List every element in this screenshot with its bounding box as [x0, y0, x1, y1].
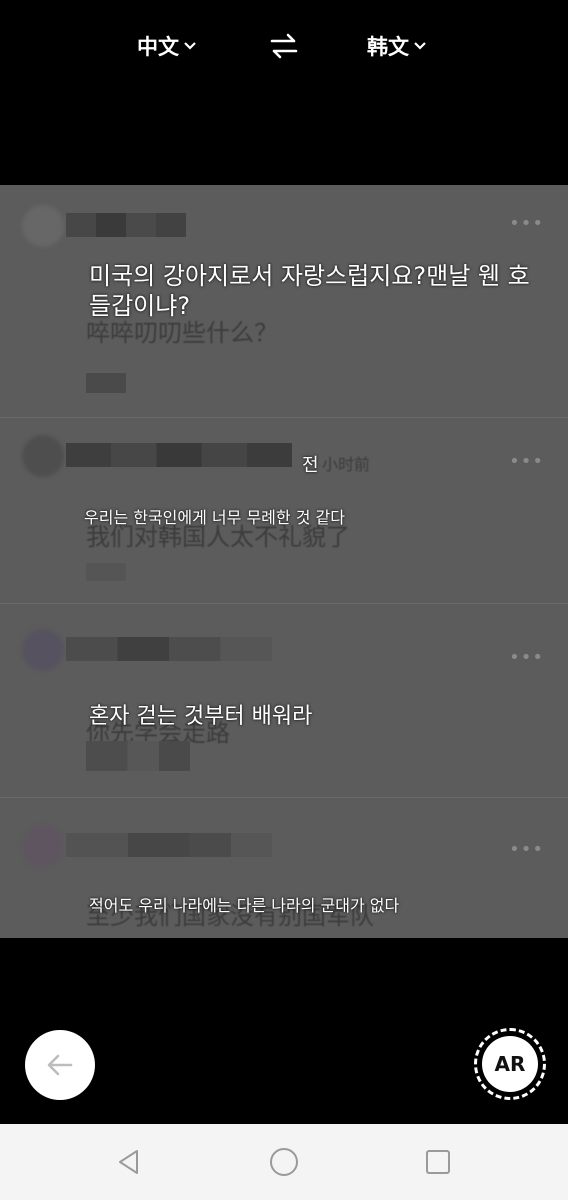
- target-language-label: 韩文: [367, 35, 409, 59]
- blurred-media: [86, 741, 190, 771]
- blurred-media: [86, 373, 126, 393]
- divider: [0, 797, 568, 798]
- triangle-back-icon: [119, 1150, 138, 1174]
- nav-back-button[interactable]: [113, 1146, 145, 1178]
- avatar: [22, 825, 64, 867]
- source-language-label: 中文: [137, 35, 179, 59]
- source-timestamp: 小时前: [322, 455, 371, 474]
- ar-icon: AR: [482, 1036, 538, 1092]
- blurred-username: [66, 833, 272, 857]
- blurred-username: [66, 443, 292, 467]
- blurred-username: [66, 213, 186, 237]
- avatar: [22, 435, 64, 477]
- translated-text-post2: 우리는 한국인에게 너무 무례한 것 같다: [84, 508, 345, 527]
- translator-screen: 中文 韩文 ••• 啐啐叨叨些什么？ 小时前 ••• 我们对韩国人太不礼貌了 •…: [0, 0, 568, 1200]
- square-recents-icon: [426, 1150, 450, 1174]
- target-language-selector[interactable]: 韩文: [367, 28, 427, 64]
- ar-mode-button[interactable]: AR: [474, 1028, 546, 1100]
- source-language-selector[interactable]: 中文: [137, 28, 197, 64]
- chevron-down-icon: [183, 39, 197, 53]
- avatar: [22, 629, 64, 671]
- ar-label: AR: [494, 1052, 526, 1076]
- nav-home-button[interactable]: [268, 1146, 300, 1178]
- blurred-username: [66, 637, 272, 661]
- system-navigation-bar: [0, 1124, 568, 1200]
- language-bar: 中文 韩文: [0, 0, 568, 92]
- translated-text-post3: 혼자 걷는 것부터 배워라: [89, 704, 313, 729]
- nav-recents-button[interactable]: [422, 1146, 454, 1178]
- blurred-media: [86, 563, 126, 581]
- translated-text-post1: 미국의 강아지로서 자랑스럽지요?맨날 웬 호들갑이냐?: [89, 262, 530, 320]
- chevron-down-icon: [413, 39, 427, 53]
- circle-home-icon: [270, 1148, 298, 1176]
- swap-languages-button[interactable]: [268, 30, 300, 62]
- more-options-icon[interactable]: •••: [509, 647, 544, 668]
- divider: [0, 603, 568, 604]
- translated-timestamp: 전: [302, 455, 319, 476]
- arrow-left-icon: [47, 1054, 73, 1076]
- more-options-icon[interactable]: •••: [509, 839, 544, 860]
- avatar: [22, 205, 64, 247]
- back-button[interactable]: [25, 1030, 95, 1100]
- divider: [0, 417, 568, 418]
- camera-capture-area[interactable]: ••• 啐啐叨叨些什么？ 小时前 ••• 我们对韩国人太不礼貌了 ••• 你先学…: [0, 185, 568, 938]
- more-options-icon[interactable]: •••: [509, 213, 544, 234]
- swap-icon: [270, 33, 298, 59]
- translated-text-post4: 적어도 우리 나라에는 다른 나라의 군대가 없다: [89, 896, 400, 915]
- more-options-icon[interactable]: •••: [509, 451, 544, 472]
